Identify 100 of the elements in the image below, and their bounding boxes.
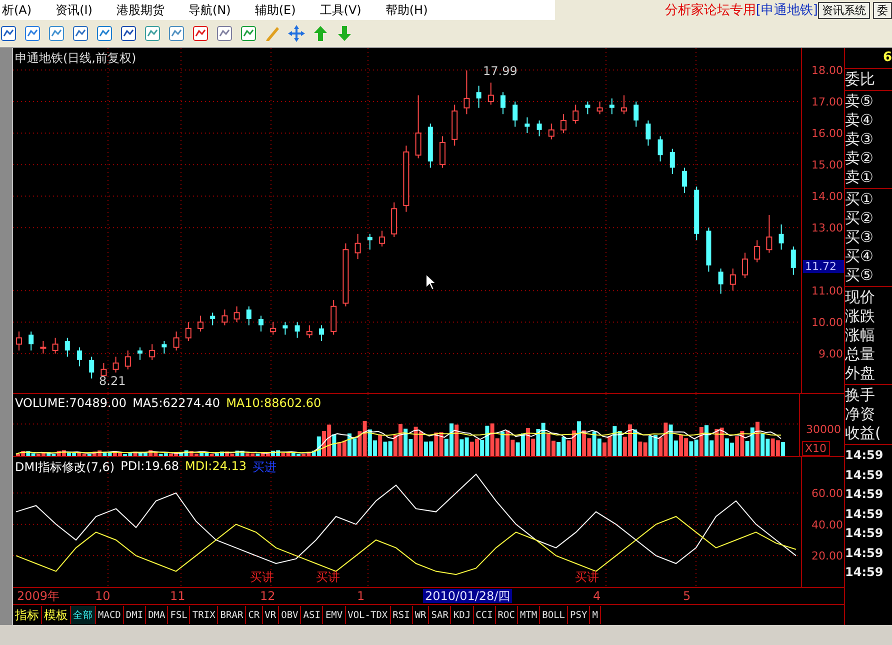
candlestick	[112, 356, 119, 374]
up-arrow-icon[interactable]	[312, 25, 329, 42]
trade-time: 14:59	[845, 544, 884, 562]
buy-signal-label: 买讲	[575, 570, 599, 584]
candlestick	[524, 116, 530, 134]
indicator-tab[interactable]: MACD	[96, 606, 124, 624]
indicator-tab[interactable]: KDJ	[451, 606, 474, 624]
indicator-tab[interactable]: CR	[246, 606, 263, 624]
candlestick	[40, 340, 46, 354]
indicator-tab[interactable]: WR	[412, 606, 430, 624]
indicator-tab[interactable]: VR	[262, 606, 280, 624]
indicator-tab[interactable]: PSY	[568, 606, 590, 624]
indicator-tab[interactable]: ROC	[496, 606, 518, 624]
move-icon[interactable]	[288, 25, 305, 42]
candlestick	[77, 346, 82, 367]
price-tick: 17.00	[812, 96, 843, 109]
candlestick	[198, 315, 204, 332]
candlestick	[646, 120, 651, 146]
quote-label: 外盘	[845, 364, 876, 383]
indicator-tab[interactable]: VOL-TDX	[346, 606, 391, 624]
dmi-legend: DMI指标修改(7,6)	[15, 459, 115, 476]
indicator-tab[interactable]: MTM	[518, 606, 540, 624]
indicator-tab[interactable]: RSI	[390, 606, 413, 624]
buy-signal-label: 买讲	[250, 570, 274, 584]
indicator-tab[interactable]: 全部	[71, 606, 96, 624]
candlestick	[464, 70, 470, 115]
candlestick	[138, 346, 142, 360]
date-label: 2009年	[16, 589, 61, 603]
candlestick	[766, 214, 772, 254]
indicator-tab[interactable]: FSL	[168, 606, 190, 624]
indicator-tab[interactable]: 指标	[13, 606, 42, 624]
menu-item[interactable]: 港股期货	[114, 2, 176, 18]
system-button[interactable]: 资讯系统	[818, 2, 870, 18]
candlestick	[258, 315, 264, 332]
dmi-legend: 买进	[252, 459, 277, 476]
volume-tick: 30000	[806, 423, 841, 436]
indicator-tab[interactable]: M	[590, 606, 601, 624]
candlestick	[319, 324, 324, 342]
menu-item[interactable]: 资讯(I)	[54, 2, 104, 18]
indicator-tab[interactable]: DMA	[146, 606, 168, 624]
dmi-tick: 20.00	[812, 550, 843, 563]
candlestick	[500, 92, 506, 115]
indicator-tab[interactable]: ASI	[301, 606, 324, 624]
menu-item[interactable]: 辅助(E)	[252, 2, 308, 18]
candlestick	[162, 340, 167, 354]
date-label: 2010/01/28/四	[423, 589, 512, 603]
volume-legend: MA5:62274.40	[132, 396, 220, 410]
cursor-icon	[425, 273, 437, 291]
candlestick	[89, 356, 94, 380]
quote-label: 买③	[845, 228, 874, 247]
indicator-tab[interactable]: EMV	[323, 606, 346, 624]
date-label: 1	[356, 589, 366, 603]
chart-title: 申通地铁(日线,前复权)	[15, 50, 136, 67]
price-tick: 13.00	[812, 222, 843, 235]
candlestick	[294, 322, 300, 338]
date-label: 4	[592, 589, 602, 603]
menu-item[interactable]: 帮助(H)	[383, 2, 440, 18]
candlestick	[754, 240, 760, 263]
scale-label: X10	[802, 441, 830, 456]
indicator-tab[interactable]: BOLL	[540, 606, 568, 624]
candlestick	[124, 350, 131, 370]
indicator-tab[interactable]: OBV	[279, 606, 302, 624]
dmi-tick: 40.00	[812, 518, 843, 532]
trade-time: 14:59	[845, 564, 884, 581]
price-tick: 18.00	[812, 64, 843, 78]
indicator-tab[interactable]: BRAR	[218, 606, 246, 624]
candlestick	[742, 252, 748, 278]
indicator-tab[interactable]: SAR	[429, 606, 452, 624]
candlestick	[210, 312, 216, 326]
candlestick	[234, 306, 240, 323]
menu-item[interactable]: 导航(N)	[186, 2, 243, 18]
candlestick	[16, 331, 22, 351]
candlestick	[658, 136, 663, 162]
indicator-tab[interactable]: TRIX	[190, 606, 218, 624]
system-button[interactable]: 委	[873, 2, 892, 18]
menu-item[interactable]: 工具(V)	[318, 2, 374, 18]
quote-label: 涨幅	[845, 326, 876, 345]
quote-label: 卖②	[845, 149, 874, 168]
menu-item[interactable]: 析(A)	[0, 2, 44, 18]
price-tick: 16.00	[812, 127, 843, 140]
trade-time: 14:59	[845, 506, 884, 522]
candlestick	[173, 331, 180, 351]
dmi-legend: PDI:19.68	[120, 459, 180, 476]
quote-label: 委比	[845, 70, 876, 89]
down-arrow-icon[interactable]	[336, 25, 353, 42]
quote-label: 卖①	[845, 168, 874, 187]
candlestick	[512, 101, 518, 128]
candlestick	[52, 337, 58, 354]
price-tick: 15.00	[812, 158, 843, 172]
quote-label: 换手	[845, 386, 876, 405]
indicator-tab[interactable]: 模板	[42, 606, 71, 624]
indicator-tab[interactable]: CCI	[474, 606, 496, 624]
candlestick	[306, 324, 312, 338]
price-tick: 14.00	[812, 190, 843, 204]
forum-label: 分析家论坛专用	[664, 2, 756, 19]
candlestick	[149, 344, 156, 360]
current-price-box: 11.72	[803, 260, 844, 273]
indicator-tab[interactable]: DMI	[124, 606, 146, 624]
candlestick	[790, 246, 796, 276]
candlestick	[488, 82, 494, 106]
